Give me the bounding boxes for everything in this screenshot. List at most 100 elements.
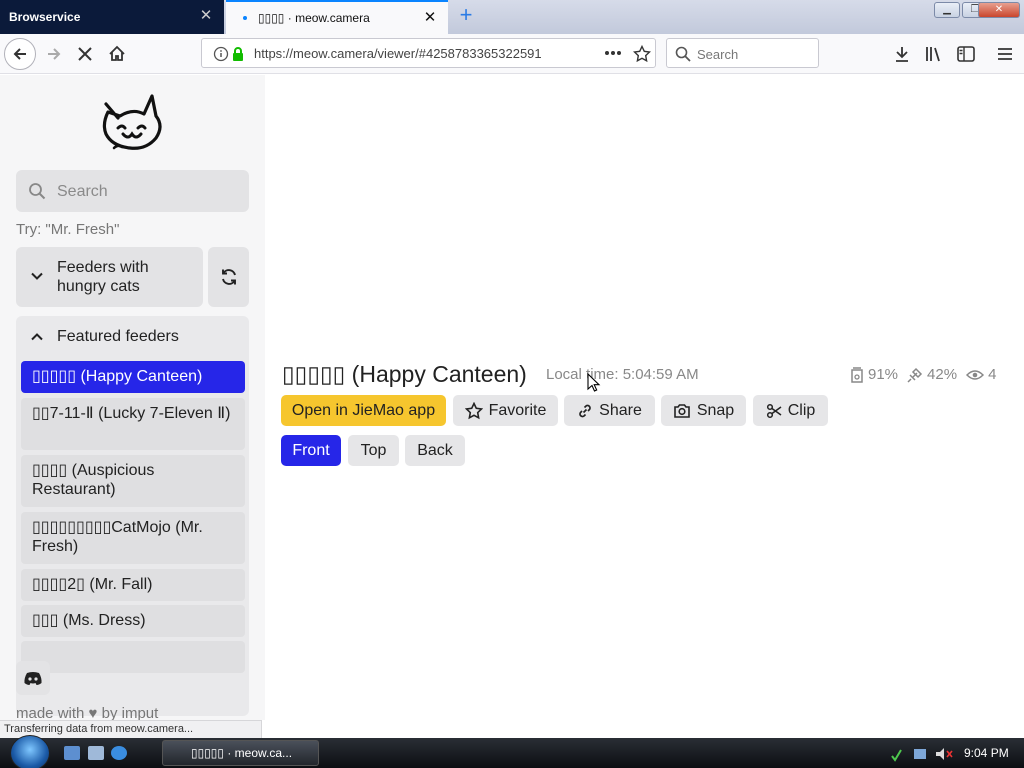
downloads-button[interactable]	[886, 38, 918, 70]
featured-feeders-toggle[interactable]: Featured feeders	[16, 316, 249, 358]
viewer-count-value: 4	[988, 366, 997, 383]
food-level-stat: 91%	[850, 366, 898, 383]
sidebar: Search Try: "Mr. Fresh" Feeders with hun…	[0, 75, 265, 720]
hamburger-icon	[998, 48, 1012, 60]
more-dots-icon[interactable]	[604, 50, 622, 56]
view-top-label: Top	[360, 441, 387, 459]
view-top-button[interactable]: Top	[348, 435, 399, 466]
search-icon	[29, 183, 46, 200]
start-button[interactable]	[10, 735, 50, 768]
browser-search-input[interactable]: Search	[666, 38, 819, 68]
snap-button[interactable]: Snap	[661, 395, 746, 426]
cat-logo-icon	[102, 94, 162, 150]
camera-viewport[interactable]	[265, 75, 1024, 355]
share-label: Share	[599, 401, 642, 419]
featured-feeders-panel: Featured feeders ▯▯▯▯▯ (Happy Canteen) ▯…	[16, 316, 249, 716]
window-switcher-icon[interactable]	[88, 746, 104, 760]
viewer-count-stat: 4	[966, 366, 996, 383]
arrow-left-icon	[13, 48, 26, 60]
tab-title: ▯▯▯▯ · meow.camera	[258, 11, 370, 25]
close-tab-icon[interactable]: ✕	[198, 8, 214, 24]
tab-title: Browservice	[9, 10, 81, 24]
view-back-button[interactable]: Back	[405, 435, 465, 466]
food-level-value: 91%	[868, 366, 899, 383]
tab-browservice[interactable]: Browservice ✕	[0, 0, 224, 34]
new-tab-button[interactable]: +	[454, 4, 478, 28]
search-placeholder: Search	[697, 47, 739, 62]
minimize-button[interactable]: ▁	[934, 2, 960, 18]
refresh-icon	[221, 269, 236, 285]
back-button[interactable]	[4, 38, 36, 70]
refresh-button[interactable]	[208, 247, 249, 307]
loading-dot-icon	[243, 16, 247, 20]
scissors-icon	[766, 403, 782, 418]
snap-label: Snap	[696, 401, 735, 419]
feeder-search-input[interactable]: Search	[16, 170, 249, 212]
feeder-filter-label: Feeders with hungry cats	[57, 259, 149, 295]
chevron-down-icon	[31, 272, 43, 280]
link-icon	[579, 404, 591, 417]
discord-button[interactable]	[16, 661, 50, 695]
show-desktop-icon[interactable]	[64, 746, 80, 760]
stop-button[interactable]	[69, 38, 101, 70]
home-button[interactable]	[101, 38, 133, 70]
mouse-cursor-icon	[587, 373, 601, 392]
lock-icon[interactable]	[231, 46, 245, 62]
view-back-label: Back	[417, 441, 453, 459]
satellite-icon	[907, 367, 923, 383]
search-hint: Try: "Mr. Fresh"	[16, 221, 120, 238]
chevron-up-icon	[31, 333, 43, 341]
feeder-item-ms-dress[interactable]: ▯▯▯ (Ms. Dress)	[21, 605, 245, 637]
close-window-button[interactable]: ✕	[978, 2, 1020, 18]
close-icon	[78, 47, 92, 61]
camera-icon	[674, 404, 690, 418]
sidebar-button[interactable]	[950, 38, 982, 70]
footer-credit: made with ♥ by imput	[16, 705, 159, 720]
food-bag-icon	[851, 366, 863, 383]
favorite-label: Favorite	[488, 401, 547, 419]
search-placeholder: Search	[57, 183, 108, 200]
close-tab-icon[interactable]: ✕	[422, 10, 438, 26]
taskbar-browser-window[interactable]: ▯▯▯▯▯ · meow.ca...	[162, 740, 319, 766]
feeder-item-mr-fall[interactable]: ▯▯▯▯2▯ (Mr. Fall)	[21, 569, 245, 601]
featured-feeders-title: Featured feeders	[57, 328, 179, 345]
battery-level-stat: 42%	[907, 366, 957, 383]
star-icon[interactable]	[633, 45, 651, 63]
eye-icon	[966, 369, 985, 380]
open-in-app-label: Open in JieMao app	[291, 401, 436, 419]
library-icon	[926, 47, 940, 62]
arrow-right-icon	[48, 48, 61, 60]
battery-level-value: 42%	[927, 366, 958, 383]
sidebar-icon	[957, 46, 975, 62]
feeder-stats: 91% 42% 4	[850, 366, 1005, 383]
feeder-item-mr-fresh[interactable]: ▯▯▯▯▯▯▯▯▯CatMojo (Mr. Fresh)	[21, 512, 245, 564]
share-button[interactable]: Share	[564, 395, 655, 426]
local-time: Local time: 5:04:59 AM	[546, 366, 699, 383]
library-button[interactable]	[918, 38, 950, 70]
system-tray-icons[interactable]	[890, 746, 960, 762]
feeder-item-happy-canteen[interactable]: ▯▯▯▯▯ (Happy Canteen)	[21, 361, 245, 393]
info-icon[interactable]	[213, 46, 229, 62]
menu-button[interactable]	[989, 38, 1021, 70]
clip-label: Clip	[787, 401, 816, 419]
tab-strip: Browservice ✕ ▯▯▯▯ · meow.camera ✕ + ▁ ❐…	[0, 0, 1024, 34]
list-item[interactable]	[21, 641, 245, 673]
status-text: Transferring data from meow.camera...	[0, 720, 262, 738]
address-bar[interactable]: https://meow.camera/viewer/#425878336532…	[201, 38, 656, 68]
internet-explorer-icon[interactable]	[111, 746, 127, 760]
taskbar-window-label: ▯▯▯▯▯ · meow.ca...	[191, 746, 293, 760]
url-text[interactable]: https://meow.camera/viewer/#425878336532…	[254, 46, 566, 61]
view-front-button[interactable]: Front	[281, 435, 341, 466]
feeder-title: ▯▯▯▯▯ (Happy Canteen)	[282, 361, 527, 387]
forward-button[interactable]	[38, 38, 70, 70]
feeder-item-auspicious-restaurant[interactable]: ▯▯▯▯ (Auspicious Restaurant)	[21, 455, 245, 507]
open-in-app-button[interactable]: Open in JieMao app	[281, 395, 446, 426]
feeder-filter-dropdown[interactable]: Feeders with hungry cats	[16, 247, 203, 307]
discord-icon	[24, 671, 42, 685]
feeder-item-lucky-7-eleven[interactable]: ▯▯7-11-Ⅱ (Lucky 7-Eleven Ⅱ)	[21, 398, 245, 450]
navigation-bar: https://meow.camera/viewer/#425878336532…	[0, 34, 1024, 74]
clip-button[interactable]: Clip	[753, 395, 828, 426]
tab-meow-camera[interactable]: ▯▯▯▯ · meow.camera ✕	[226, 0, 448, 34]
download-icon	[896, 47, 908, 62]
favorite-button[interactable]: Favorite	[453, 395, 558, 426]
